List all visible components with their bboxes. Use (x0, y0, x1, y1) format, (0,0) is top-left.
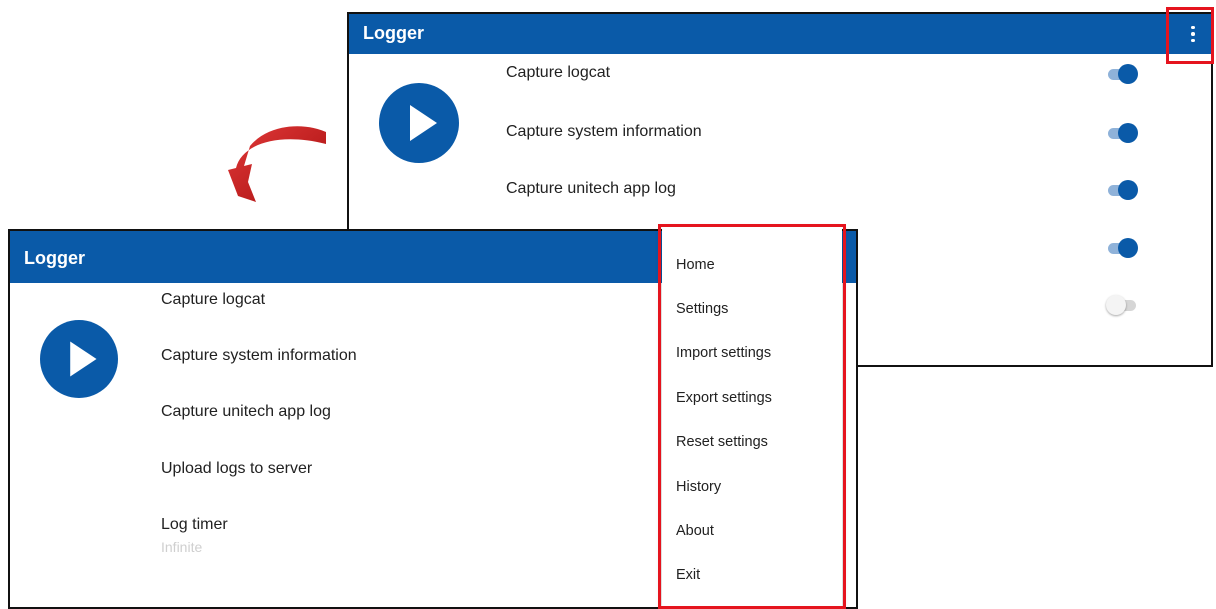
toggle-upload-logs[interactable] (1108, 238, 1138, 258)
toggle-label-capture-system-information: Capture system information (506, 123, 702, 140)
toggle-label-capture-unitech-app-log: Capture unitech app log (506, 180, 676, 197)
toggle-capture-unitech-app-log[interactable] (1108, 180, 1138, 200)
play-icon (410, 105, 437, 141)
highlight-overflow-menu (658, 224, 846, 609)
item-capture-unitech-app-log[interactable]: Capture unitech app log (161, 403, 331, 421)
toggle-log-timer[interactable] (1106, 295, 1138, 315)
toggle-capture-system-information[interactable] (1108, 123, 1138, 143)
item-capture-logcat[interactable]: Capture logcat (161, 291, 265, 309)
play-icon (70, 341, 97, 377)
start-capture-button[interactable] (40, 320, 118, 398)
item-capture-system-information[interactable]: Capture system information (161, 347, 357, 365)
curved-arrow-icon (228, 126, 326, 202)
toggle-capture-logcat[interactable] (1108, 64, 1138, 84)
app-title: Logger (363, 23, 424, 43)
log-timer-value: Infinite (161, 539, 203, 555)
app-bar: Logger (349, 14, 1211, 54)
toggle-label-capture-logcat: Capture logcat (506, 64, 611, 81)
app-title: Logger (24, 248, 85, 268)
item-upload-logs-to-server[interactable]: Upload logs to server (161, 460, 312, 478)
start-capture-button[interactable] (379, 83, 459, 163)
highlight-overflow-button (1166, 7, 1214, 64)
item-log-timer[interactable]: Log timer (161, 516, 228, 534)
